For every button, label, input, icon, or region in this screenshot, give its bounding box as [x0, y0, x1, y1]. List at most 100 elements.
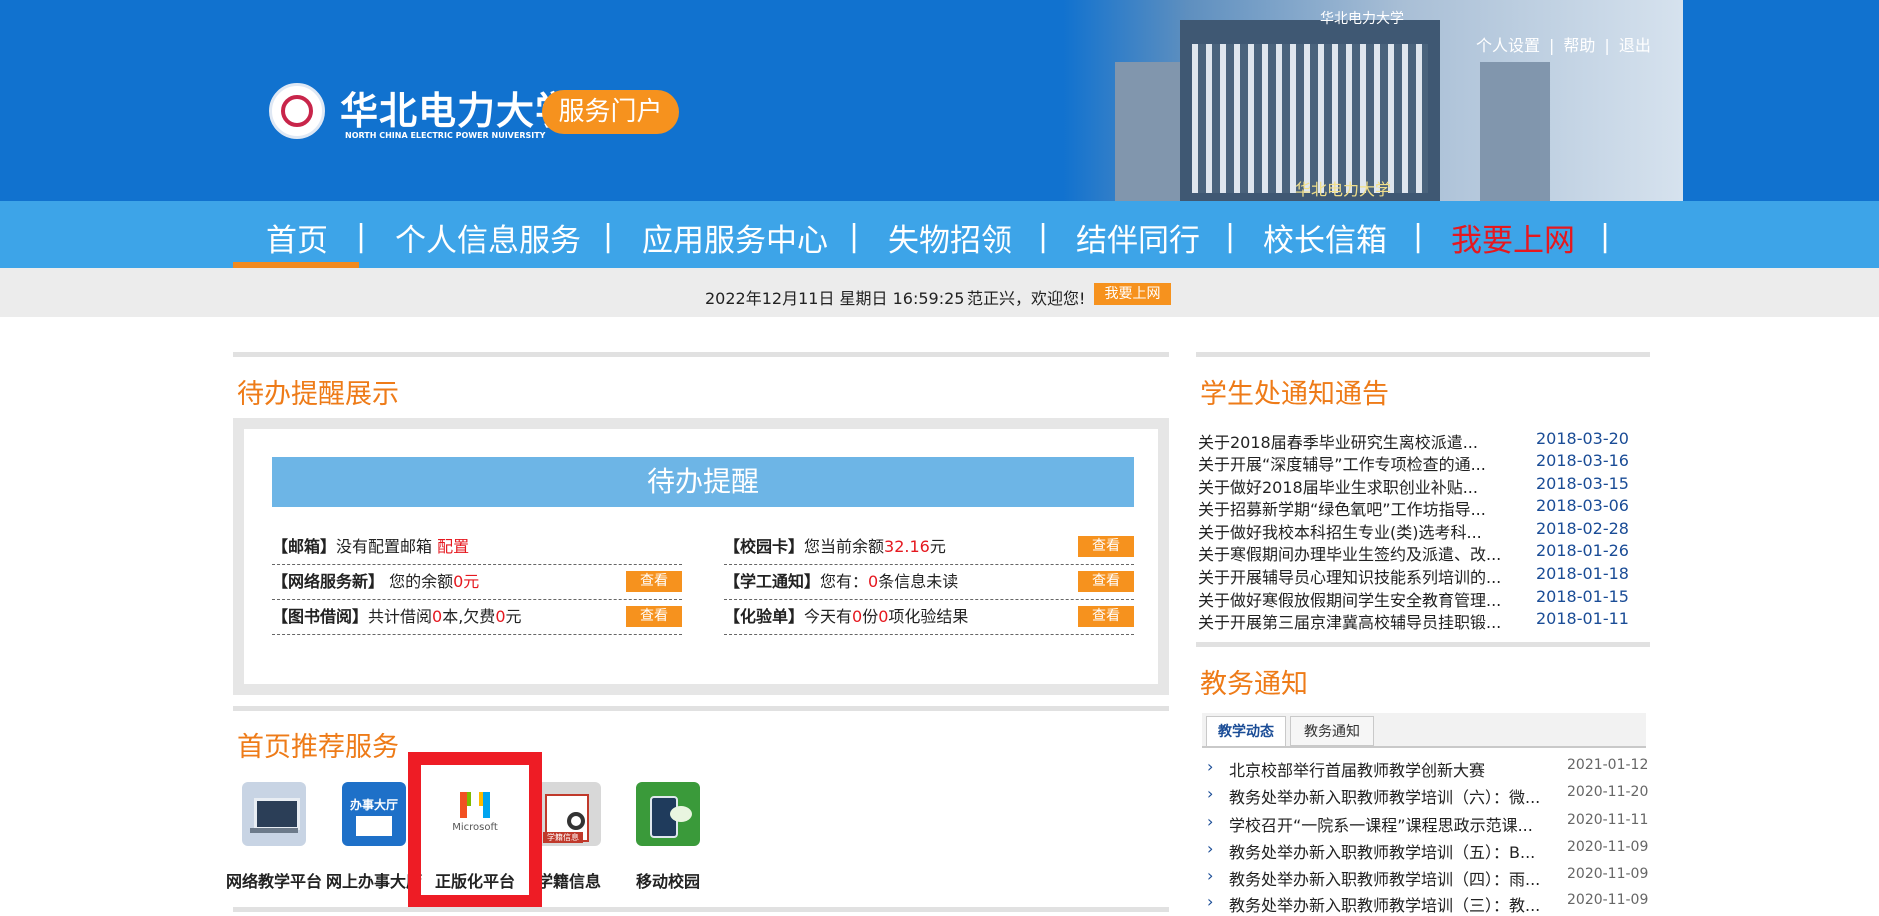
main-building — [1180, 20, 1440, 201]
logout-link[interactable]: 退出 — [1619, 36, 1651, 55]
student-record-icon: 学籍信息 — [537, 782, 601, 846]
chevron-right-icon: › — [1207, 866, 1214, 885]
nav-separator: | — [1225, 219, 1236, 254]
nav-separator: | — [356, 219, 367, 254]
edu-date: 2020-11-09 — [1567, 839, 1649, 855]
notice-date: 2018-03-20 — [1536, 429, 1629, 448]
todo-value: 0 — [852, 607, 863, 626]
section-divider — [233, 352, 1169, 357]
top-link-separator: | — [1604, 36, 1610, 55]
building-wing-right — [1480, 62, 1550, 201]
todo-text: 条信息未读 — [878, 572, 959, 591]
todo-label: 【学工通知】 — [724, 572, 821, 591]
office-hall-icon: 办事大厅 — [342, 782, 406, 846]
notice-item[interactable]: 关于做好2018届毕业生求职创业补贴... — [1198, 474, 1478, 498]
nav-travel-together[interactable]: 结伴同行 — [1076, 215, 1200, 260]
portal-badge: 服务门户 — [542, 90, 679, 134]
edu-item[interactable]: 学校召开“一院系一课程”课程思政示范课... — [1229, 812, 1533, 836]
todo-text: 元 — [929, 537, 946, 556]
todo-label: 【校园卡】 — [724, 537, 805, 556]
chevron-right-icon: › — [1207, 892, 1214, 911]
notice-item[interactable]: 关于寒假期间办理毕业生签约及派遣、改... — [1198, 541, 1501, 565]
todo-row-lab-report: 【化验单】今天有0份0项化验结果 查看 — [724, 600, 1134, 635]
notice-item[interactable]: 关于开展第三届京津冀高校辅导员挂职锻... — [1198, 609, 1501, 633]
edu-item[interactable]: 教务处举办新入职教师教学培训（四）：雨... — [1229, 866, 1540, 890]
tab-teaching-news[interactable]: 教学动态 — [1206, 716, 1286, 746]
notice-date: 2018-01-18 — [1536, 564, 1629, 583]
main-nav: 首页 | 个人信息服务 | 应用服务中心 | 失物招领 | 结伴同行 | 校长信… — [0, 201, 1879, 268]
todo-row-mailbox: 【邮箱】没有配置邮箱 配置 — [272, 530, 682, 565]
edu-date: 2020-11-20 — [1567, 784, 1649, 800]
notice-item[interactable]: 关于开展“深度辅导”工作专项检查的通... — [1198, 451, 1486, 475]
todo-label: 【化验单】 — [724, 607, 805, 626]
todo-panel-title: 待办提醒 — [272, 457, 1134, 507]
chevron-right-icon: › — [1207, 812, 1214, 831]
todo-row-library: 【图书借阅】共计借阅0本,欠费0元 查看 — [272, 600, 682, 635]
todo-text: 元 — [505, 607, 522, 626]
todo-text: 份 — [862, 607, 879, 626]
notice-section-title: 学生处通知通告 — [1200, 379, 1389, 410]
notice-item[interactable]: 关于做好我校本科招生专业(类)选考科... — [1198, 519, 1482, 543]
university-name: 华北电力大学 — [340, 88, 575, 133]
nav-home[interactable]: 首页 — [266, 215, 328, 260]
configure-mail-link[interactable]: 配置 — [437, 537, 469, 556]
todo-text: 没有配置邮箱 — [336, 537, 438, 556]
notice-item[interactable]: 关于开展辅导员心理知识技能系列培训的... — [1198, 564, 1501, 588]
view-lab-report-button[interactable]: 查看 — [1078, 606, 1134, 627]
edu-date: 2020-11-11 — [1567, 812, 1649, 828]
notice-date: 2018-02-28 — [1536, 519, 1629, 538]
notice-date: 2018-01-15 — [1536, 587, 1629, 606]
nav-president-mailbox[interactable]: 校长信箱 — [1263, 215, 1387, 260]
building-sign: 华北电力大学 — [1320, 11, 1404, 27]
section-divider — [1196, 642, 1650, 647]
nav-app-center[interactable]: 应用服务中心 — [642, 215, 828, 260]
todo-text: 您有： — [820, 572, 869, 591]
university-name-en: NORTH CHINA ELECTRIC POWER NUIVERSITY — [345, 131, 546, 140]
notice-date: 2018-03-06 — [1536, 496, 1629, 515]
notice-date: 2018-03-15 — [1536, 474, 1629, 493]
view-library-button[interactable]: 查看 — [626, 606, 682, 627]
nav-personal-info[interactable]: 个人信息服务 — [395, 215, 581, 260]
tab-academic-notice[interactable]: 教务通知 — [1290, 716, 1374, 746]
mobile-campus-icon — [636, 782, 700, 846]
personal-settings-link[interactable]: 个人设置 — [1476, 36, 1540, 55]
todo-value: 0 — [868, 572, 879, 591]
notice-item[interactable]: 关于做好寒假放假期间学生安全教育管理... — [1198, 587, 1501, 611]
todo-row-network: 【网络服务新】 您的余额0元 查看 — [272, 565, 682, 600]
building-wing-left — [1115, 62, 1185, 201]
top-links: 个人设置 | 帮助 | 退出 — [1476, 32, 1651, 56]
edu-item[interactable]: 教务处举办新入职教师教学培训（三）：教... — [1229, 892, 1540, 916]
edu-item[interactable]: 教务处举办新入职教师教学培训（六）：微... — [1229, 784, 1540, 808]
nav-lost-found[interactable]: 失物招领 — [888, 215, 1012, 260]
edu-item[interactable]: 教务处举办新入职教师教学培训（五）：B... — [1229, 839, 1535, 863]
service-mobile-campus[interactable]: 移动校园 — [625, 782, 711, 891]
todo-row-student-affairs: 【学工通知】您有：0条信息未读 查看 — [724, 565, 1134, 600]
notice-item[interactable]: 关于2018届春季毕业研究生离校派遣... — [1198, 429, 1478, 453]
section-divider — [1196, 352, 1650, 357]
todo-text: 今天有 — [804, 607, 853, 626]
go-online-button[interactable]: 我要上网 — [1094, 283, 1171, 305]
nav-go-online[interactable]: 我要上网 — [1451, 215, 1575, 260]
notice-date: 2018-01-26 — [1536, 541, 1629, 560]
section-divider — [233, 706, 1169, 711]
edu-item[interactable]: 北京校部举行首届教师教学创新大赛 — [1229, 757, 1485, 781]
todo-text: 共计借阅 — [368, 607, 433, 626]
service-online-office[interactable]: 办事大厅 网上办事大厅 — [326, 782, 422, 891]
office-hall-icon-text: 办事大厅 — [349, 798, 398, 812]
todo-label: 【邮箱】 — [272, 537, 337, 556]
todo-value: 0 — [432, 607, 443, 626]
todo-text: 您的余额 — [384, 572, 454, 591]
notice-item[interactable]: 关于招募新学期“绿色氧吧”工作坊指导... — [1198, 496, 1486, 520]
todo-row-campus-card: 【校园卡】您当前余额32.16元 查看 — [724, 530, 1134, 565]
view-campus-card-button[interactable]: 查看 — [1078, 536, 1134, 557]
university-emblem-icon — [269, 83, 325, 139]
building-sign-bottom: 华北电力大学 — [1295, 180, 1392, 199]
nav-separator: | — [1413, 219, 1424, 254]
service-online-teaching[interactable]: 网络教学平台 — [226, 782, 322, 891]
help-link[interactable]: 帮助 — [1563, 36, 1595, 55]
edu-section-title: 教务通知 — [1200, 669, 1308, 700]
view-network-button[interactable]: 查看 — [626, 571, 682, 592]
todo-value: 0 — [878, 607, 889, 626]
recommend-section-title: 首页推荐服务 — [237, 732, 399, 763]
view-student-affairs-button[interactable]: 查看 — [1078, 571, 1134, 592]
